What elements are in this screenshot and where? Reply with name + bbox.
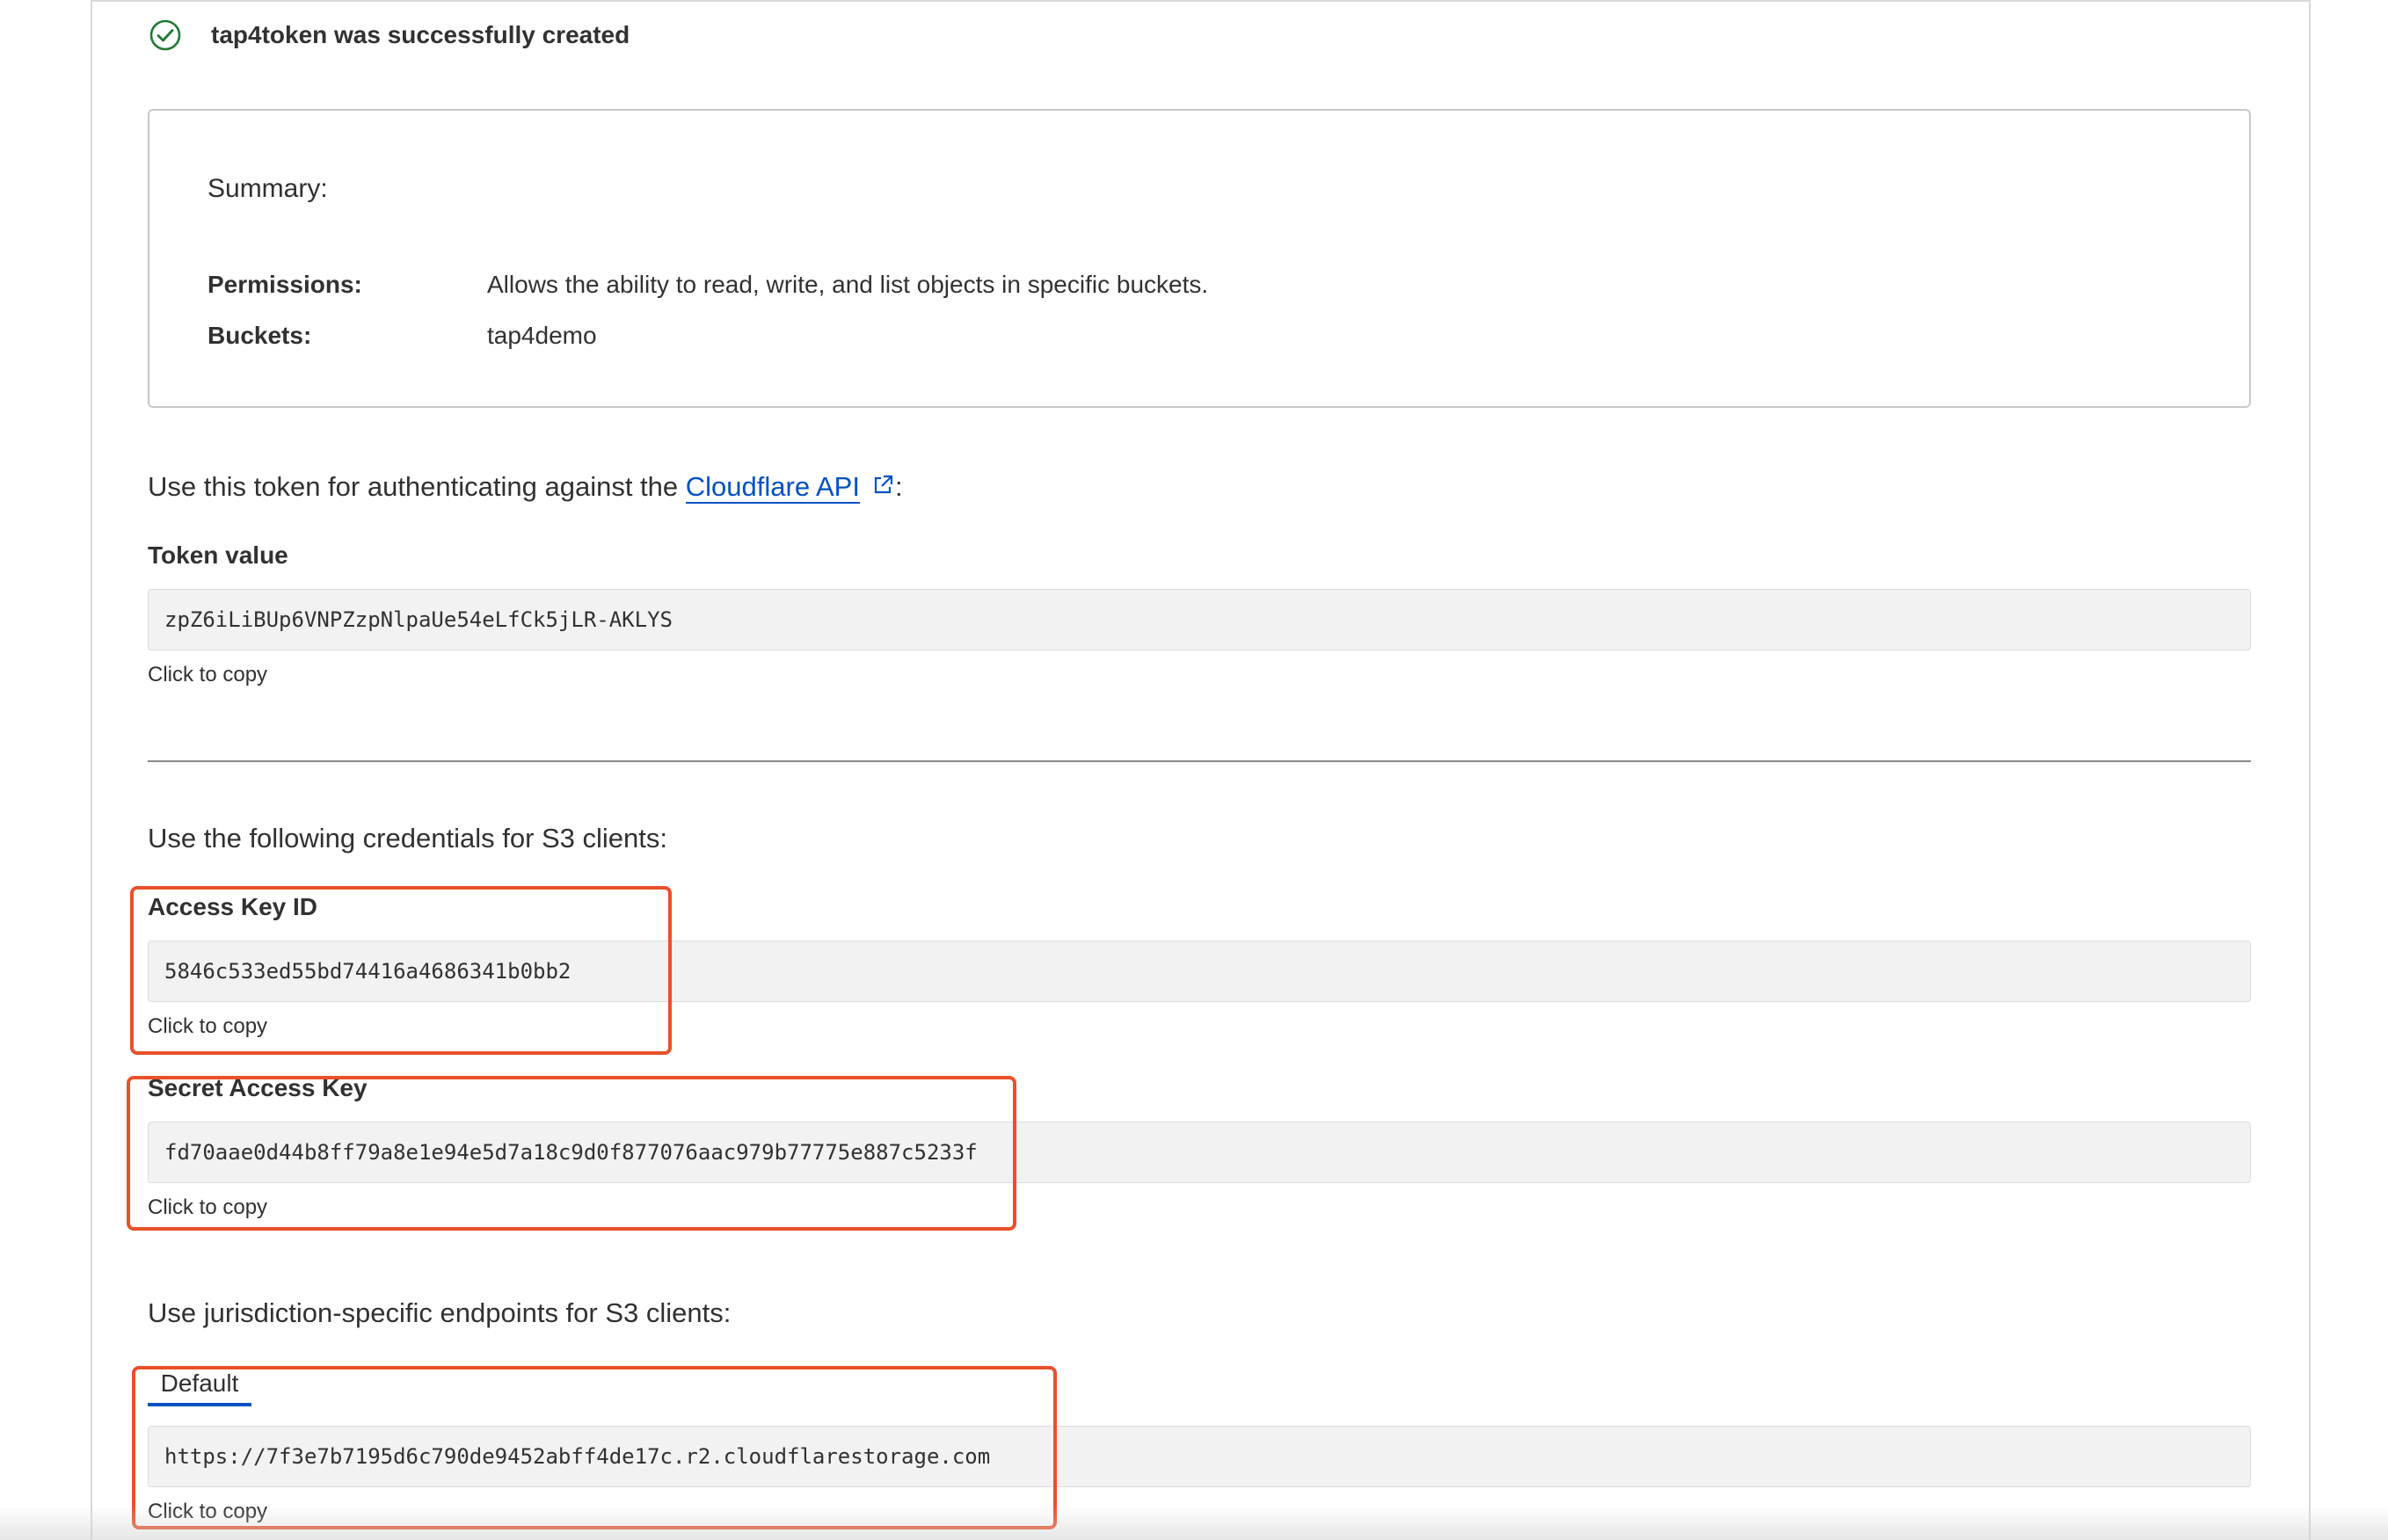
- success-banner: tap4token was successfully created: [148, 16, 630, 54]
- permissions-label: Permissions:: [207, 271, 362, 298]
- cloudflare-api-link[interactable]: Cloudflare API: [685, 471, 860, 504]
- annotation-box-secret-key: [127, 1076, 1016, 1231]
- buckets-value: tap4demo: [487, 322, 597, 349]
- annotation-box-access-key: [130, 886, 672, 1055]
- panel-right-border: [2309, 0, 2311, 1540]
- token-value-label: Token value: [148, 541, 288, 569]
- api-token-intro-prefix: Use this token for authenticating agains…: [148, 471, 686, 502]
- external-link-icon[interactable]: [870, 473, 895, 498]
- section-divider: [148, 760, 2251, 762]
- api-token-intro-suffix: :: [894, 471, 903, 502]
- bottom-fade: [0, 1505, 2388, 1540]
- check-circle-icon: [149, 19, 181, 51]
- success-message: tap4token was successfully created: [211, 21, 630, 48]
- panel-left-border: [91, 0, 92, 1540]
- permissions-value: Allows the ability to read, write, and l…: [487, 271, 1209, 298]
- summary-card: Summary: Permissions: Allows the ability…: [148, 109, 2251, 408]
- token-copy-hint[interactable]: Click to copy: [148, 663, 267, 687]
- token-value-field[interactable]: zpZ6iLiBUp6VNPZzpNlpaUe54eLfCk5jLR-AKLYS: [148, 589, 2251, 650]
- api-token-intro: Use this token for authenticating agains…: [148, 471, 903, 504]
- token-created-page: tap4token was successfully created Summa…: [0, 0, 2388, 1540]
- endpoints-heading: Use jurisdiction-specific endpoints for …: [148, 1297, 732, 1328]
- summary-permissions-row: Permissions: Allows the ability to read,…: [207, 271, 1208, 299]
- panel-top-border: [91, 0, 2311, 2]
- buckets-label: Buckets:: [207, 322, 312, 349]
- summary-buckets-row: Buckets: tap4demo: [207, 322, 597, 350]
- summary-title: Summary:: [207, 174, 328, 203]
- s3-credentials-heading: Use the following credentials for S3 cli…: [148, 823, 668, 854]
